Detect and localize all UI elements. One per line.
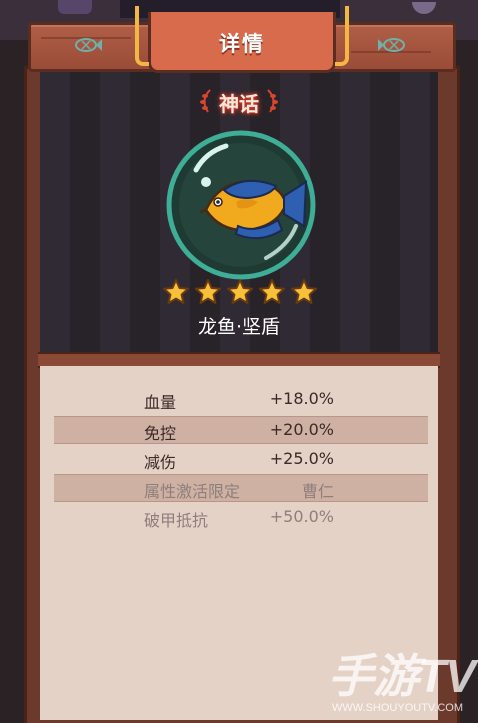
stat-row: 破甲抵抗 +50.0% [54,504,428,530]
stat-label: 减伤 [144,453,177,472]
star-rating [162,278,318,306]
stat-value: +18.0% [269,389,334,408]
star-icon [291,279,317,304]
laurel-right-icon [267,89,278,113]
stat-label: 属性激活限定 [144,482,241,501]
stat-row: 减伤 +25.0% [54,446,428,472]
fish-name: 龙鱼·坚盾 [197,316,281,338]
stat-row: 免控 +20.0% [54,416,428,444]
stat-value: +20.0% [269,420,334,439]
fish-emblem-icon [75,38,102,52]
stat-label: 血量 [144,393,177,412]
fish-emblem-icon [378,38,405,52]
stat-row: 属性激活限定 曹仁 [54,474,428,502]
watermark-url: WWW.SHOUYOUTV.COM [332,702,463,714]
stat-value: +25.0% [269,449,334,468]
star-icon [227,279,253,304]
fish-orb[interactable] [166,130,316,280]
stat-label: 免控 [144,424,177,443]
stat-value: +50.0% [269,507,334,526]
star-icon [195,279,221,304]
stat-row: 血量 +18.0% [54,386,428,412]
stat-label: 破甲抵抗 [144,511,209,530]
background-tab [58,0,92,14]
watermark-brand: 手游TV [328,650,476,702]
arowana-fish-icon [166,130,316,280]
watermark: 手游TV WWW.SHOUYOUTV.COM [328,640,478,720]
title-tab: 详情 [135,6,349,73]
star-icon [259,279,285,304]
star-icon [163,279,189,304]
background-orb [412,2,436,14]
rarity-badge: 神话 [196,86,282,116]
page-title: 详情 [219,32,265,56]
stat-value: 曹仁 [301,482,334,501]
